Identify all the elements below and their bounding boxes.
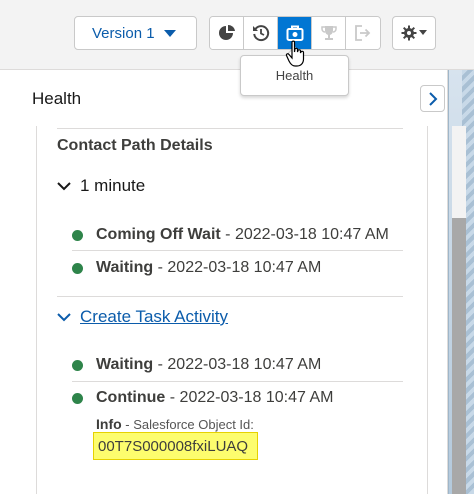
info-line: Info - Salesforce Object Id: <box>96 416 254 432</box>
toolbar: Version 1 <box>0 0 474 70</box>
status-dot <box>72 229 83 241</box>
object-id-value[interactable]: 00T7S000008fxiLUAQ <box>93 432 258 460</box>
hand-cursor-icon <box>285 40 305 67</box>
chevron-right-icon <box>428 91 437 106</box>
event-name: Waiting <box>96 259 154 276</box>
event-name: Waiting <box>96 356 154 373</box>
chevron-down-icon <box>57 313 71 322</box>
scrollbar-thumb[interactable] <box>452 218 466 494</box>
section-title: Contact Path Details <box>57 137 213 154</box>
event-separator: - <box>153 356 168 373</box>
status-dot <box>72 262 83 274</box>
version-dropdown[interactable]: Version 1 <box>74 16 197 50</box>
event-separator: - <box>165 389 180 406</box>
event-separator: - <box>153 259 168 276</box>
group-label: 1 minute <box>80 176 146 195</box>
group-toggle-1-minute[interactable]: 1 minute <box>57 176 145 196</box>
event-time: 2022-03-18 10:47 AM <box>167 356 322 373</box>
trophy-button[interactable] <box>312 17 346 49</box>
trophy-icon <box>320 26 337 40</box>
info-label: Info <box>96 416 122 432</box>
divider <box>57 296 403 297</box>
chevron-down-icon <box>57 182 71 191</box>
pie-chart-icon <box>218 24 235 40</box>
group-label-link[interactable]: Create Task Activity <box>80 307 228 327</box>
event-item: Waiting - 2022-03-18 10:47 AM <box>72 356 321 374</box>
exit-button[interactable] <box>346 17 380 49</box>
gear-icon <box>401 25 417 41</box>
divider <box>72 250 403 251</box>
event-time: 2022-03-18 10:47 AM <box>179 389 334 406</box>
expand-panel-button[interactable] <box>420 85 445 112</box>
event-separator: - <box>220 226 235 243</box>
event-item: Waiting - 2022-03-18 10:47 AM <box>72 259 321 277</box>
chevron-down-icon <box>419 30 427 35</box>
version-label: Version 1 <box>92 24 155 42</box>
status-dot <box>72 359 83 371</box>
exit-icon <box>355 25 371 41</box>
event-name: Coming Off Wait <box>96 226 221 243</box>
settings-button[interactable] <box>392 16 436 50</box>
status-dot <box>72 392 83 404</box>
event-item: Coming Off Wait - 2022-03-18 10:47 AM <box>72 226 389 244</box>
event-time: 2022-03-18 10:47 AM <box>167 259 322 276</box>
group-toggle-create-task-activity[interactable]: Create Task Activity <box>57 307 228 327</box>
panel-title: Health <box>32 89 82 108</box>
event-item: Continue - 2022-03-18 10:47 AM <box>72 389 333 407</box>
event-time: 2022-03-18 10:47 AM <box>234 226 389 243</box>
history-icon <box>252 25 269 42</box>
tooltip-text: Health <box>275 68 314 83</box>
divider <box>57 128 403 129</box>
event-name: Continue <box>96 389 166 406</box>
history-button[interactable] <box>244 17 278 49</box>
divider <box>72 381 403 382</box>
caret-down-icon <box>164 30 176 37</box>
pie-chart-button[interactable] <box>210 17 244 49</box>
info-description: - Salesforce Object Id: <box>121 417 254 432</box>
